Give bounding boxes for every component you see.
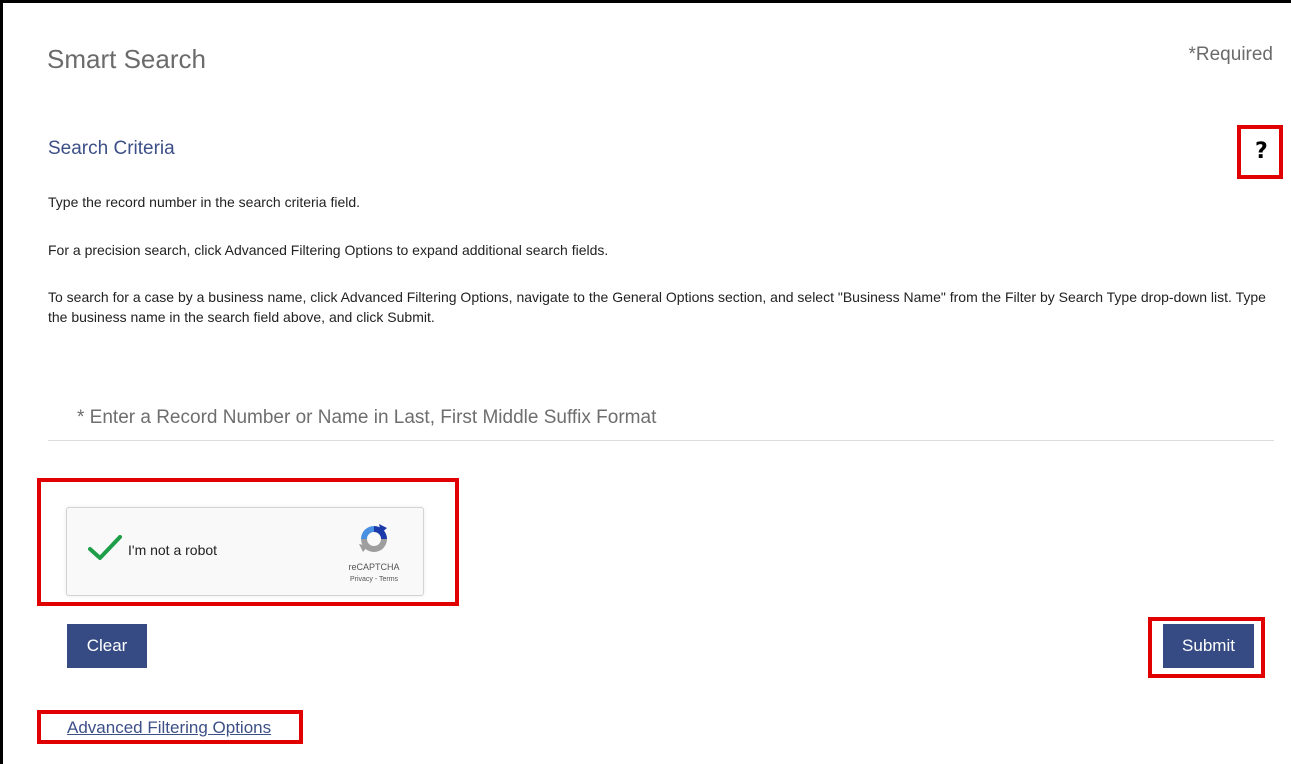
instruction-text: Type the record number in the search cri… (48, 194, 361, 210)
required-note: *Required (1188, 44, 1274, 65)
captcha-checkbox[interactable] (87, 534, 123, 567)
page-title: Smart Search (47, 44, 206, 74)
help-icon[interactable]: ? (1255, 139, 1268, 164)
recaptcha-logo-icon (357, 522, 391, 561)
record-search-input[interactable] (48, 395, 1274, 441)
recaptcha-widget: I'm not a robot reCAPTCHA Privacy - Term… (66, 507, 424, 596)
submit-button[interactable]: Submit (1163, 624, 1254, 668)
page-frame (0, 0, 1291, 764)
help-button[interactable]: ? (1237, 125, 1283, 179)
search-criteria-heading: Search Criteria (48, 138, 175, 159)
instruction-text: For a precision search, click Advanced F… (48, 242, 609, 258)
instruction-text: To search for a case by a business name,… (48, 289, 1266, 325)
recaptcha-privacy-terms[interactable]: Privacy - Terms (335, 576, 413, 583)
captcha-label: I'm not a robot (128, 542, 218, 558)
advanced-filtering-options-link[interactable]: Advanced Filtering Options (67, 718, 271, 738)
clear-button[interactable]: Clear (67, 624, 147, 668)
recaptcha-brand-text: reCAPTCHA (348, 562, 400, 572)
